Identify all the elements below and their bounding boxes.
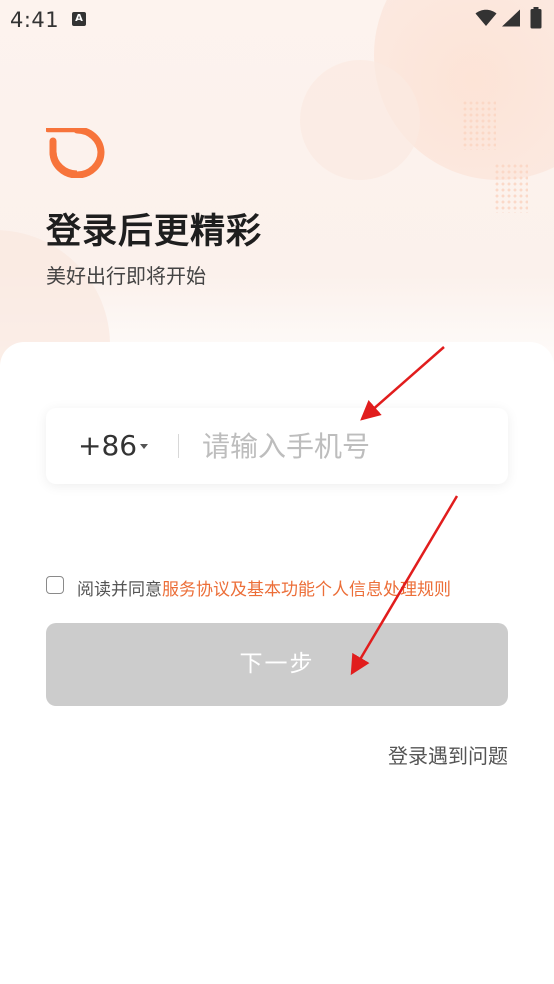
background-dot-pattern [494,163,528,213]
status-time: 4:41 [10,8,60,32]
phone-number-input[interactable] [192,422,492,470]
background-decoration [300,60,420,180]
signal-icon [502,9,520,27]
wifi-icon [475,9,497,26]
didi-logo [46,128,105,178]
country-code-selector[interactable]: +86 [78,429,137,462]
input-divider [178,434,179,458]
page-subtitle: 美好出行即将开始 [46,264,206,288]
login-screen: 4:41 A 登录后更精彩 美好出行即将开始 +86 阅读并同意服务协议及基本功… [0,0,554,984]
login-help-link[interactable]: 登录遇到问题 [388,740,508,769]
notification-a-icon: A [72,12,86,26]
agreement-text: 阅读并同意服务协议及基本功能个人信息处理规则 [77,575,451,600]
phone-input-box: +86 [46,408,508,484]
next-step-button[interactable]: 下一步 [46,623,508,706]
agreement-checkbox[interactable] [46,576,64,594]
agreement-link[interactable]: 服务协议及基本功能个人信息处理规则 [162,580,451,600]
background-dot-pattern [462,100,496,150]
agreement-prefix: 阅读并同意 [77,580,162,600]
page-title: 登录后更精彩 [46,212,263,252]
battery-icon [530,7,542,29]
status-bar: 4:41 A [0,0,554,40]
caret-down-icon[interactable] [140,444,148,449]
